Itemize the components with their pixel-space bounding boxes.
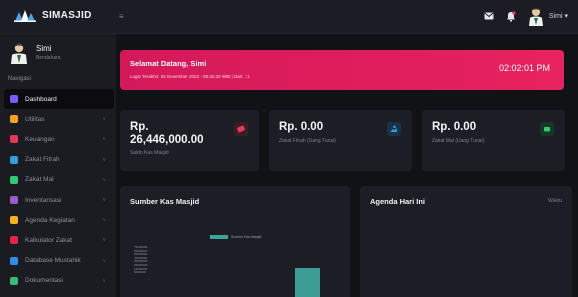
stat-value: Rp. 0.00 bbox=[279, 121, 324, 133]
image-icon bbox=[10, 276, 18, 285]
legend-swatch bbox=[210, 235, 228, 239]
profile-avatar bbox=[10, 42, 28, 64]
hand-icon bbox=[387, 122, 401, 136]
app-name: SIMASJID bbox=[42, 9, 92, 21]
mosque-logo-icon bbox=[14, 8, 36, 22]
hand-icon bbox=[10, 155, 18, 164]
wallet-icon bbox=[234, 122, 248, 136]
sidebar-item-keuangan[interactable]: Keuangan ∨ bbox=[4, 129, 114, 149]
chevron-down-icon: ∨ bbox=[102, 237, 106, 244]
stat-label: Zakat Mal (Uang Tunai) bbox=[432, 138, 485, 144]
panel-title: Sumber Kas Masjid bbox=[130, 197, 200, 206]
panel-title: Agenda Hari Ini bbox=[370, 197, 426, 206]
hamburger-icon[interactable]: ≡ bbox=[119, 12, 124, 21]
sidebar-item-database-mustahik[interactable]: Database Mustahik ∨ bbox=[4, 251, 114, 271]
mail-icon[interactable] bbox=[483, 10, 495, 22]
chart-bar[interactable] bbox=[295, 268, 320, 297]
sidebar-item-label: Inventarisasi bbox=[25, 196, 62, 204]
stat-value: Rp. 26,446,000.00 bbox=[130, 121, 204, 146]
sidebar-item-label: Kalkulator Zakat bbox=[25, 236, 72, 244]
legend-label: Sumber Kas Masjid bbox=[231, 235, 262, 239]
sidebar-profile: Simi Bendahara bbox=[10, 42, 60, 64]
welcome-title: Selamat Datang, Simi bbox=[130, 59, 207, 68]
profile-name: Simi bbox=[36, 44, 52, 53]
y-tick-label: 5000000 bbox=[134, 270, 146, 275]
sidebar-item-label: Utilitas bbox=[25, 115, 45, 123]
sidebar-item-zakat-fitrah[interactable]: Zakat Fitrah ∨ bbox=[4, 150, 114, 170]
chevron-down-icon: ∨ bbox=[102, 197, 106, 204]
database-icon bbox=[10, 256, 18, 265]
stat-value: Rp. 0.00 bbox=[432, 121, 477, 133]
sidebar-item-label: Dashboard bbox=[25, 95, 57, 103]
calendar-icon bbox=[10, 216, 18, 225]
sidebar-item-label: Dokumentasi bbox=[25, 277, 63, 285]
user-menu[interactable]: Simi ▾ bbox=[527, 6, 568, 26]
sidebar-nav: Dashboard Utilitas ∨ Keuangan ∨ Zakat Fitrah ∨… bbox=[4, 89, 114, 291]
chevron-down-icon: ∨ bbox=[102, 156, 106, 163]
profile-role: Bendahara bbox=[36, 55, 61, 61]
sidebar-item-label: Keuangan bbox=[25, 135, 55, 143]
y-axis-ticks: 75000000 65000000 55000000 45000000 35000000… bbox=[134, 245, 174, 275]
main-content: Selamat Datang, Simi Login Terakhir: 26 … bbox=[116, 34, 578, 297]
money-icon bbox=[10, 135, 18, 144]
last-login-text: Login Terakhir: 26 November 2023 - 09:34… bbox=[130, 74, 250, 79]
chevron-down-icon: ∨ bbox=[102, 257, 106, 264]
sidebar-item-dashboard[interactable]: Dashboard bbox=[4, 89, 114, 110]
sidebar-item-zakat-mal[interactable]: Zakat Mal ∨ bbox=[4, 170, 114, 190]
welcome-banner: Selamat Datang, Simi Login Terakhir: 26 … bbox=[120, 50, 564, 90]
avatar bbox=[527, 6, 545, 26]
calculator-icon bbox=[10, 236, 18, 245]
user-name: Simi ▾ bbox=[548, 13, 568, 20]
chevron-down-icon: ∨ bbox=[102, 176, 106, 183]
top-navbar: SIMASJID ≡ Simi ▾ bbox=[0, 0, 578, 34]
column-header-waktu: Waktu bbox=[548, 198, 562, 204]
sidebar-item-utilitas[interactable]: Utilitas ∨ bbox=[4, 109, 114, 129]
stat-card-zakat-mal: Rp. 0.00 Zakat Mal (Uang Tunai) bbox=[422, 110, 565, 171]
star-icon bbox=[10, 115, 18, 124]
brand[interactable]: SIMASJID bbox=[14, 8, 92, 22]
stat-label: Zakat Fitrah (Uang Tunai) bbox=[279, 138, 336, 144]
sidebar-item-kalkulator-zakat[interactable]: Kalkulator Zakat ∨ bbox=[4, 230, 114, 250]
chevron-down-icon: ∨ bbox=[102, 277, 106, 284]
sidebar-item-dokumentasi[interactable]: Dokumentasi ∨ bbox=[4, 271, 114, 291]
nav-heading: Navigasi bbox=[8, 76, 32, 82]
clock: 02:02:01 PM bbox=[498, 63, 550, 73]
sidebar: Simi Bendahara Navigasi Dashboard Utilita… bbox=[0, 34, 116, 297]
sidebar-item-label: Zakat Mal bbox=[25, 176, 54, 184]
sidebar-item-label: Agenda Kegiatan bbox=[25, 216, 75, 224]
sidebar-item-label: Database Mustahik bbox=[25, 257, 81, 265]
chevron-down-icon: ∨ bbox=[102, 116, 106, 123]
chevron-down-icon: ∨ bbox=[102, 136, 106, 143]
dashboard-icon bbox=[10, 95, 18, 104]
box-icon bbox=[10, 196, 18, 205]
sumber-kas-panel: Sumber Kas Masjid Sumber Kas Masjid 7500… bbox=[120, 186, 350, 297]
sidebar-item-agenda-kegiatan[interactable]: Agenda Kegiatan ∨ bbox=[4, 210, 114, 230]
stat-card-zakat-fitrah: Rp. 0.00 Zakat Fitrah (Uang Tunai) bbox=[269, 110, 412, 171]
coin-icon bbox=[540, 122, 554, 136]
sidebar-item-inventarisasi[interactable]: Inventarisasi ∨ bbox=[4, 190, 114, 210]
chart-legend[interactable]: Sumber Kas Masjid bbox=[210, 235, 261, 239]
chevron-down-icon: ∨ bbox=[102, 217, 106, 224]
agenda-panel: Agenda Hari Ini Waktu bbox=[360, 186, 572, 297]
bell-icon[interactable] bbox=[505, 10, 517, 22]
coin-icon bbox=[10, 175, 18, 184]
stat-label: Saldo Kas Masjid bbox=[130, 150, 169, 156]
stat-card-saldo: Rp. 26,446,000.00 Saldo Kas Masjid bbox=[120, 110, 259, 171]
sidebar-item-label: Zakat Fitrah bbox=[25, 156, 60, 164]
